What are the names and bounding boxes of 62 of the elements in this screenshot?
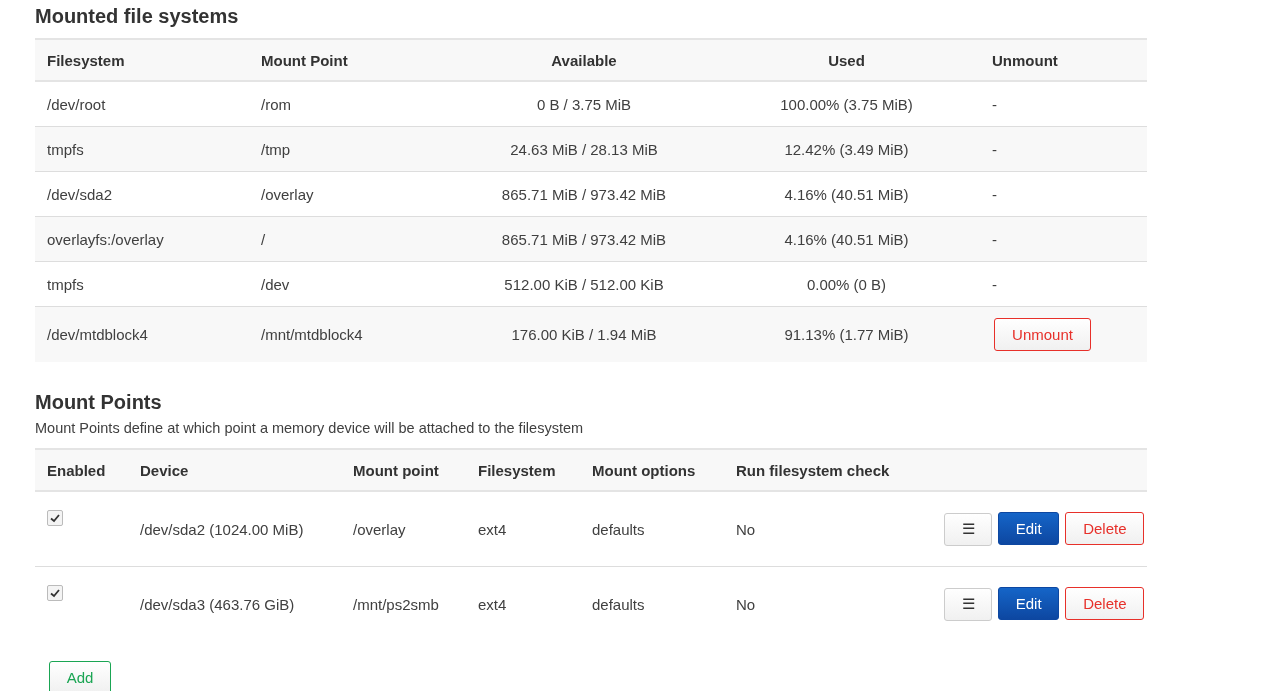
table-cell: 0 B / 3.75 MiB	[536, 95, 632, 113]
table-cell: 24.63 MiB / 28.13 MiB	[510, 140, 658, 158]
table-cell: overlayfs:/overlay	[47, 230, 164, 248]
delete-button[interactable]: Delete	[1065, 512, 1145, 546]
section-title: Mounted file systems	[35, 4, 240, 28]
table-cell: 4.16% (40.51 MiB)	[784, 230, 909, 248]
unmount-button[interactable]: Unmount	[994, 318, 1091, 351]
column-header: Available	[551, 51, 617, 69]
table-cell: tmpfs	[47, 140, 84, 158]
table-cell: defaults	[592, 595, 645, 613]
table-cell: 176.00 KiB / 1.94 MiB	[511, 326, 657, 343]
edit-button[interactable]: Edit	[998, 587, 1060, 621]
table-cell: defaults	[592, 520, 645, 538]
table-cell: -	[992, 95, 997, 113]
column-header: Mount options	[592, 461, 696, 479]
table-cell: ext4	[478, 520, 507, 538]
column-header: Filesystem	[478, 461, 556, 479]
table-cell: /dev	[261, 275, 290, 293]
table-cell: 12.42% (3.49 MiB)	[784, 140, 909, 158]
table-cell: /dev/root	[47, 95, 106, 113]
table-cell: /tmp	[261, 140, 291, 158]
table-cell: /dev/sda2	[47, 185, 113, 203]
table-cell: /mnt/mtdblock4	[261, 326, 363, 343]
table-cell: -	[992, 275, 997, 293]
edit-button[interactable]: Edit	[998, 512, 1060, 546]
section-description: Mount Points define at which point a memory device will be attached to the filesystem	[35, 420, 585, 436]
table-cell: /dev/sda3 (463.76 GiB)	[140, 595, 295, 613]
table-cell: /dev/mtdblock4	[47, 326, 148, 343]
table-cell: -	[992, 185, 997, 203]
table-cell: /dev/sda2 (1024.00 MiB)	[140, 520, 304, 538]
column-header: Unmount	[992, 51, 1058, 69]
table-cell: /mnt/ps2smb	[353, 595, 439, 613]
table-cell: /rom	[261, 95, 291, 113]
table-cell: 865.71 MiB / 973.42 MiB	[501, 230, 667, 248]
table-cell: 0.00% (0 B)	[806, 275, 887, 293]
table-cell: No	[736, 520, 756, 538]
table-cell: /	[261, 230, 266, 248]
column-header: Used	[828, 51, 865, 69]
table-cell: 512.00 KiB / 512.00 KiB	[504, 275, 664, 293]
column-header: Device	[140, 461, 189, 479]
table-cell: 91.13% (1.77 MiB)	[784, 326, 909, 343]
menu-button[interactable]: ☰	[944, 512, 992, 546]
table-cell: 100.00% (3.75 MiB)	[780, 95, 913, 113]
section-title: Mount Points	[35, 390, 163, 414]
column-header: Filesystem	[47, 51, 125, 69]
table-cell: 865.71 MiB / 973.42 MiB	[501, 185, 667, 203]
table-cell: -	[992, 230, 997, 248]
delete-button[interactable]: Delete	[1065, 587, 1145, 621]
column-header: Run filesystem check	[736, 461, 890, 479]
enabled-checkbox[interactable]	[47, 510, 63, 526]
column-header: Mount point	[353, 461, 439, 479]
column-header: Enabled	[47, 461, 106, 479]
table-cell: /overlay	[261, 185, 314, 203]
table-cell: No	[736, 595, 756, 613]
enabled-checkbox[interactable]	[47, 585, 63, 601]
table-cell: ext4	[478, 595, 507, 613]
table-cell: 4.16% (40.51 MiB)	[784, 185, 909, 203]
menu-button[interactable]: ☰	[944, 587, 992, 621]
table-cell: -	[992, 140, 997, 158]
table-cell: /overlay	[353, 520, 406, 538]
column-header: Mount Point	[261, 51, 348, 69]
table-cell: tmpfs	[47, 275, 84, 293]
